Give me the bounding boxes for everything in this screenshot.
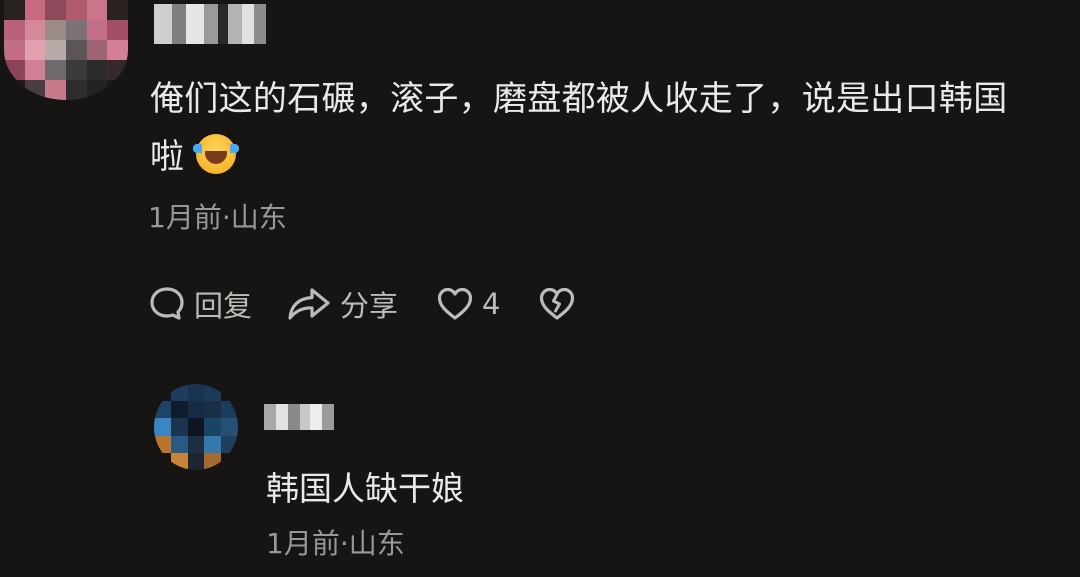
comment-text-line2-label: 啦 bbox=[150, 137, 185, 177]
reply-text: 韩国人缺干娘 bbox=[266, 469, 464, 508]
comment-text-line1: 俺们这的石碾，滚子，磨盘都被人收走了，说是出口韩国 bbox=[150, 79, 1008, 119]
broken-heart-icon bbox=[540, 287, 575, 320]
reply-username-redacted[interactable] bbox=[264, 404, 334, 430]
comment-bubble-icon bbox=[150, 287, 184, 320]
reply-label: 回复 bbox=[194, 289, 253, 323]
share-label: 分享 bbox=[340, 289, 399, 323]
laughing-crying-emoji-icon bbox=[193, 134, 240, 174]
like-count: 4 bbox=[482, 287, 501, 321]
share-arrow-icon bbox=[288, 288, 330, 320]
comment-meta: 1月前·山东 bbox=[148, 201, 287, 234]
share-button[interactable]: 分享 bbox=[286, 283, 398, 325]
reply-meta: 1月前·山东 bbox=[266, 527, 405, 560]
reply-button[interactable]: 回复 bbox=[148, 283, 252, 325]
like-button[interactable]: 4 bbox=[436, 285, 500, 323]
comment-thread: 俺们这的石碾，滚子，磨盘都被人收走了，说是出口韩国 啦 1月前·山东 回复 分享… bbox=[0, 0, 1080, 577]
reply-avatar[interactable] bbox=[154, 384, 238, 470]
comment-text: 俺们这的石碾，滚子，磨盘都被人收走了，说是出口韩国 啦 bbox=[150, 70, 1070, 186]
avatar[interactable] bbox=[4, 0, 128, 100]
heart-icon bbox=[437, 287, 473, 320]
username-redacted[interactable] bbox=[154, 4, 266, 44]
action-bar: 回复 分享 4 bbox=[148, 282, 576, 326]
dislike-button[interactable] bbox=[538, 285, 576, 323]
comment-text-line2: 啦 bbox=[150, 128, 1070, 186]
